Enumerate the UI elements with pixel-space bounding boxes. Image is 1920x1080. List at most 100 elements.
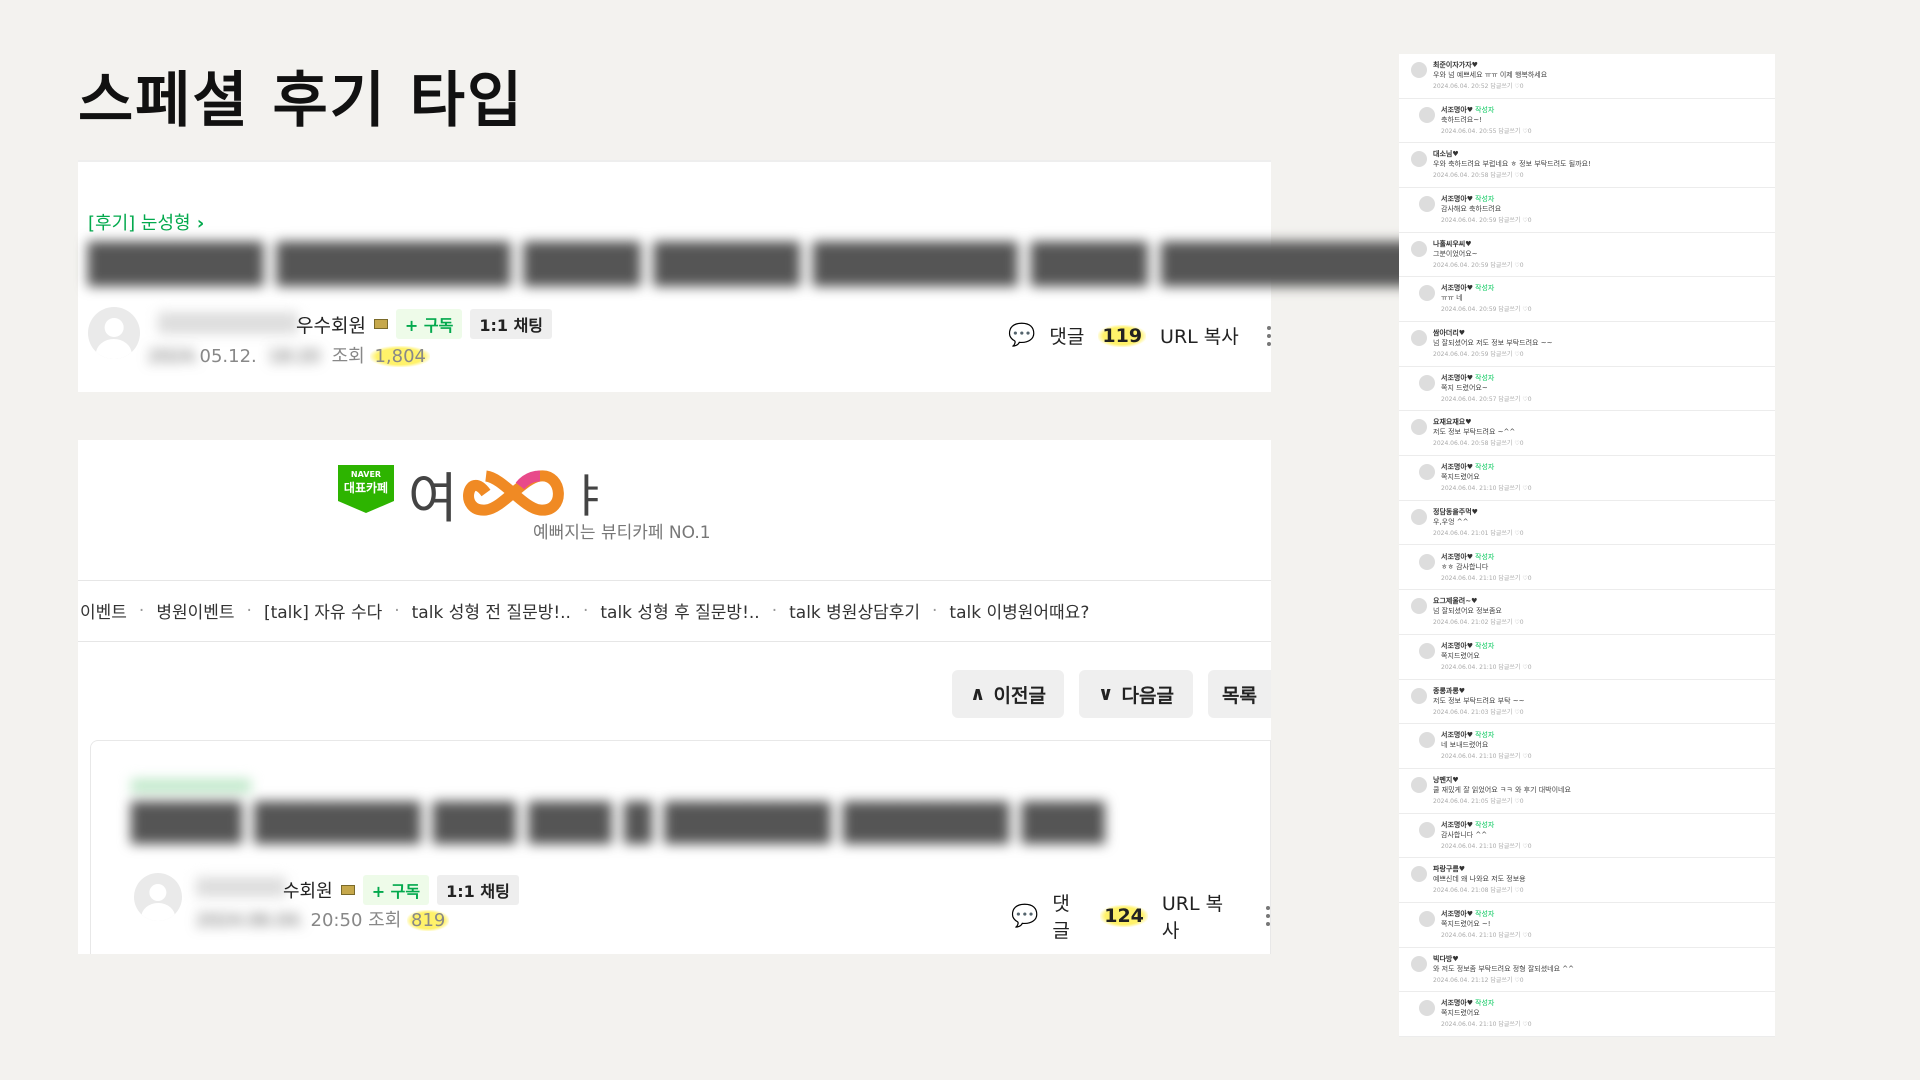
member-grade: 우수회원 (296, 314, 366, 337)
comment-avatar[interactable] (1419, 553, 1435, 570)
comment-avatar[interactable] (1411, 866, 1427, 883)
comment-avatar[interactable] (1419, 642, 1435, 659)
comment-avatar[interactable] (1419, 285, 1435, 302)
comment-item: 파랑구름♥ 예쁘신데 왜 나와요 저도 정보용 2024.06.04. 21:08 … (1399, 858, 1775, 903)
comment-author[interactable]: 종롱과롱♥ (1433, 686, 1465, 696)
comment-author[interactable]: 서조명아♥ 작성자 (1441, 373, 1494, 383)
comment-meta: 2024.06.04. 20:59 답글쓰기 ♡0 (1441, 217, 1532, 225)
author-tag: 작성자 (1475, 552, 1495, 561)
subscribe-button-2[interactable]: + 구독 (362, 875, 430, 905)
comment-text: 축하드려요~! (1441, 115, 1482, 124)
category-link[interactable]: [후기] 눈성형 › (88, 209, 204, 235)
comment-label[interactable]: 댓글 (1049, 322, 1084, 349)
nav-separator: · (394, 600, 400, 621)
comment-count[interactable]: 119 (1098, 324, 1147, 347)
list-button[interactable]: 목록 (1208, 670, 1271, 718)
comment-text: 저도 정보 부탁드려요 ~^^ (1433, 428, 1516, 437)
cafe-nav-item[interactable]: talk 성형 전 질문방!.. (412, 598, 571, 623)
avatar-2[interactable] (134, 873, 182, 921)
comment-author[interactable]: 정담동을주먹♥ (1433, 507, 1478, 517)
comment-item: 빅다방♥ 와 저도 정보좀 부탁드려요 정형 잘되셨네요 ^^ 2024.06.04… (1399, 948, 1775, 993)
comment-avatar[interactable] (1411, 62, 1427, 78)
comment-author[interactable]: 서조명아♥ 작성자 (1441, 909, 1494, 919)
cafe-nav-item[interactable]: 이벤트 (80, 598, 127, 623)
comment-author[interactable]: 빅다방♥ (1433, 954, 1459, 964)
more-options-icon[interactable] (1266, 325, 1271, 346)
views-label: 조회 (331, 346, 365, 367)
comment-avatar[interactable] (1419, 106, 1435, 123)
comment-text: 저도 정보 부탁드려요 부탁 ~~ (1433, 696, 1525, 705)
comment-avatar[interactable] (1411, 776, 1427, 793)
cafe-nav-item[interactable]: 병원이벤트 (156, 598, 234, 623)
comment-avatar[interactable] (1419, 821, 1435, 838)
comment-author[interactable]: 서조명아♥ 작성자 (1441, 462, 1494, 472)
comment-meta: 2024.06.04. 20:57 답글쓰기 ♡0 (1441, 395, 1532, 403)
comment-meta: 2024.06.04. 21:10 답글쓰기 ♡0 (1441, 1021, 1532, 1029)
next-post-button[interactable]: ∨ 다음글 (1079, 670, 1193, 718)
author-tag: 작성자 (1475, 105, 1495, 114)
chevron-up-icon: ∧ (970, 683, 986, 705)
comment-author[interactable]: 서조명아♥ 작성자 (1441, 283, 1494, 293)
comment-meta: 2024.06.04. 21:10 답글쓰기 ♡0 (1441, 663, 1532, 671)
comment-meta: 2024.06.04. 21:01 답글쓰기 ♡0 (1433, 529, 1524, 537)
comment-icon[interactable]: 💬 (1008, 323, 1035, 348)
cafe-nav-item[interactable]: talk 병원상담후기 (789, 598, 920, 623)
comment-avatar[interactable] (1411, 687, 1427, 704)
comment-text: 우와 넘 예쁘세요 ㅠㅠ 이제 행복하세요 (1433, 71, 1548, 79)
comment-avatar[interactable] (1411, 419, 1427, 436)
comment-avatar[interactable] (1411, 955, 1427, 972)
author-name-blurred[interactable] (158, 312, 298, 334)
comment-author[interactable]: 서조명아♥ 작성자 (1441, 552, 1494, 562)
comment-avatar[interactable] (1419, 464, 1435, 481)
comment-avatar[interactable] (1419, 196, 1435, 213)
comment-author[interactable]: 최준이자가자♥ (1433, 60, 1478, 70)
comment-author[interactable]: 나홀씨우씨♥ (1433, 239, 1471, 249)
comment-avatar[interactable] (1411, 330, 1427, 347)
comment-icon-2[interactable]: 💬 (1011, 904, 1038, 929)
comment-avatar[interactable] (1411, 598, 1427, 615)
comment-author[interactable]: 서조명아♥ 작성자 (1441, 105, 1494, 115)
comment-avatar[interactable] (1419, 910, 1435, 927)
comment-author[interactable]: 서조명아♥ 작성자 (1441, 998, 1494, 1008)
comment-item: 최준이자가자♥ 우와 넘 예쁘세요 ㅠㅠ 이제 행복하세요 2024.06.04. … (1399, 54, 1775, 99)
url-copy-button-2[interactable]: URL 복사 (1162, 889, 1238, 943)
member-grade-2: 수회원 (283, 881, 333, 902)
nav-separator: · (932, 600, 938, 621)
comment-avatar[interactable] (1419, 732, 1435, 749)
comment-author[interactable]: 대소님♥ (1433, 149, 1459, 159)
comment-avatar[interactable] (1411, 151, 1427, 168)
more-options-icon-2[interactable] (1266, 906, 1270, 926)
comment-avatar[interactable] (1411, 240, 1427, 257)
chat-button-2[interactable]: 1:1 채팅 (437, 875, 519, 905)
comment-text: 네 보내드렸어요 (1441, 741, 1489, 750)
comment-label-2[interactable]: 댓글 (1052, 889, 1086, 943)
comment-avatar[interactable] (1411, 508, 1427, 525)
chat-button[interactable]: 1:1 채팅 (470, 309, 553, 339)
comment-author[interactable]: 낭펜지♥ (1433, 775, 1459, 785)
author-tag: 작성자 (1475, 373, 1495, 382)
comment-avatar[interactable] (1419, 374, 1435, 391)
comment-author[interactable]: 요재요재요♥ (1433, 417, 1471, 427)
avatar[interactable] (88, 307, 140, 359)
author-name-blurred-2[interactable] (196, 877, 286, 897)
cafe-nav-item[interactable]: talk 이병원어때요? (949, 598, 1089, 623)
comment-author[interactable]: 쌈아더리♥ (1433, 328, 1465, 338)
comment-item: 낭펜지♥ 쿨 재밌게 잘 읽었어요 ㅋㅋ 와 후기 대박이네요 2024.06.04… (1399, 769, 1775, 814)
comment-count-2[interactable]: 124 (1100, 905, 1148, 927)
post-date: 05.12. (199, 346, 257, 367)
comment-author[interactable]: 서조명아♥ 작성자 (1441, 820, 1494, 830)
comment-author[interactable]: 서조명아♥ 작성자 (1441, 641, 1494, 651)
comment-author[interactable]: 요그제울려~♥ (1433, 596, 1477, 606)
comment-avatar[interactable] (1419, 1000, 1435, 1017)
comment-item: 나홀씨우씨♥ 그분이었어요~ 2024.06.04. 20:59 답글쓰기 ♡0 (1399, 233, 1775, 278)
comment-author[interactable]: 서조명아♥ 작성자 (1441, 194, 1494, 204)
prev-post-button[interactable]: ∧ 이전글 (952, 670, 1064, 718)
cafe-nav-item[interactable]: talk 성형 후 질문방!.. (600, 598, 759, 623)
cafe-nav-item[interactable]: [talk] 자유 수다 (264, 598, 382, 623)
url-copy-button[interactable]: URL 복사 (1160, 322, 1239, 349)
subscribe-button[interactable]: + 구독 (395, 309, 463, 339)
comment-author[interactable]: 서조명아♥ 작성자 (1441, 730, 1494, 740)
category-blurred (131, 779, 251, 793)
comment-author[interactable]: 파랑구름♥ (1433, 864, 1465, 874)
comment-item: 서조명아♥ 작성자 ㅠㅠ 네 2024.06.04. 20:59 답글쓰기 ♡0 (1399, 277, 1775, 323)
